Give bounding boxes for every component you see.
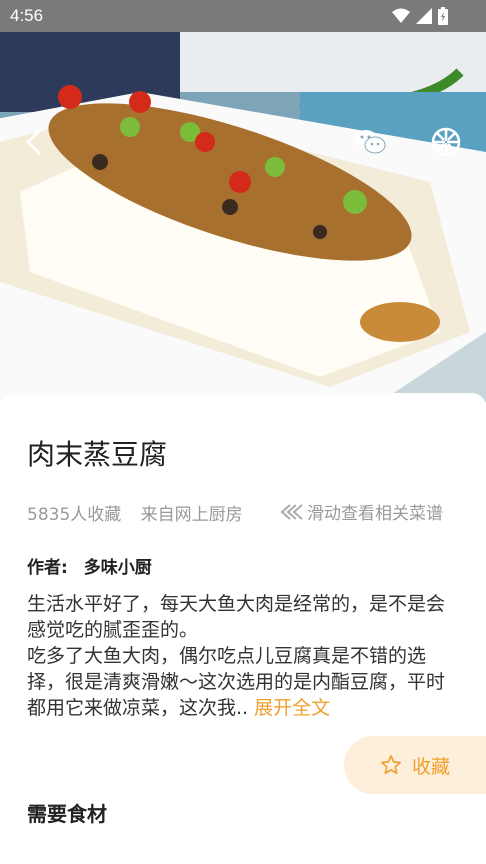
moments-icon [431, 127, 461, 157]
tofu-dish-illustration [0, 32, 486, 402]
related-recipes-hint[interactable]: 滑动查看相关菜谱 [279, 499, 443, 524]
status-icons [392, 7, 448, 25]
share-moments-button[interactable] [428, 124, 464, 160]
favorite-button[interactable]: 收藏 [344, 736, 486, 794]
star-icon [380, 755, 401, 775]
back-arrow-icon [25, 128, 42, 156]
wifi-icon [392, 8, 410, 23]
description-text: 吃多了大鱼大肉，偶尔吃点儿豆腐真是不错的选择，很是清爽滑嫩～这次选用的是内酯豆腐… [27, 645, 446, 719]
ingredients-section-title: 需要食材 [27, 802, 107, 826]
recipe-card: 肉末蒸豆腐 5835人收藏 来自网上厨房 滑动查看相关菜谱 作者: 多味小厨 生… [0, 393, 486, 864]
recipe-source: 来自网上厨房 [140, 505, 243, 525]
description-paragraph-1: 生活水平好了，每天大鱼大肉是经常的，是不是会感觉吃的腻歪歪的。 [27, 593, 446, 641]
signal-icon [416, 8, 432, 24]
wechat-icon [355, 130, 386, 154]
description-paragraph-2: 吃多了大鱼大肉，偶尔吃点儿豆腐真是不错的选择，很是清爽滑嫩～这次选用的是内酯豆腐… [27, 643, 463, 721]
share-wechat-button[interactable] [352, 124, 388, 160]
slide-hint-label: 滑动查看相关菜谱 [307, 504, 443, 524]
double-chevron-left-icon [280, 503, 303, 520]
status-time: 4:56 [10, 6, 44, 25]
status-bar: 4:56 [0, 0, 486, 32]
recipe-hero-image [0, 32, 486, 402]
favorite-label: 收藏 [411, 755, 450, 778]
author-name[interactable]: 多味小厨 [84, 558, 152, 578]
battery-icon [438, 7, 448, 25]
recipe-title: 肉末蒸豆腐 [27, 438, 168, 471]
favorites-count: 5835人收藏 [27, 505, 122, 525]
author-line: 作者: 多味小厨 [27, 553, 152, 578]
recipe-meta: 5835人收藏 来自网上厨房 [27, 500, 257, 525]
expand-full-text-link[interactable]: 展开全文 [254, 697, 330, 719]
back-button[interactable] [16, 124, 52, 160]
recipe-description: 生活水平好了，每天大鱼大肉是经常的，是不是会感觉吃的腻歪歪的。 吃多了大鱼大肉，… [27, 591, 463, 721]
author-label: 作者: [27, 558, 68, 578]
